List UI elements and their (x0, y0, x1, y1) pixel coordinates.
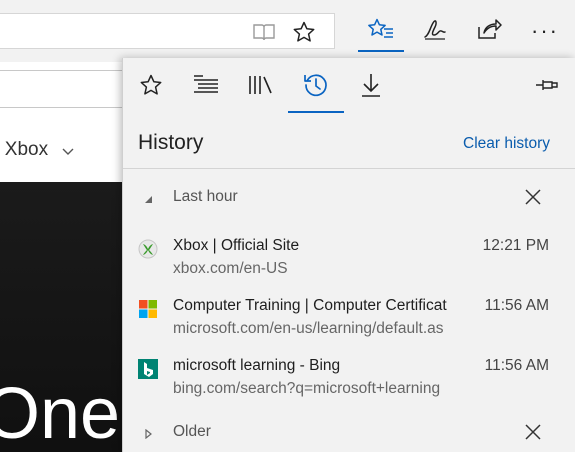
web-page: y Xbox One (0, 62, 130, 452)
list-item[interactable]: microsoft learning - Bing bing.com/searc… (123, 354, 575, 406)
list-item[interactable]: Computer Training | Computer Certificat … (123, 294, 575, 346)
history-title: Computer Training | Computer Certificat (173, 297, 447, 314)
clear-history-link[interactable]: Clear history (463, 135, 550, 153)
xbox-icon (138, 239, 158, 259)
history-title: Xbox | Official Site (173, 237, 300, 254)
favorite-star-icon[interactable] (292, 20, 316, 44)
more-button[interactable]: ··· (522, 10, 568, 52)
star-icon (139, 73, 163, 102)
share-icon (476, 17, 502, 46)
group-older[interactable]: Older (123, 414, 575, 450)
reading-view-icon[interactable] (252, 20, 276, 44)
bing-icon (138, 359, 158, 379)
address-bar[interactable] (0, 13, 335, 49)
divider (123, 168, 575, 169)
hero-text: One (0, 374, 121, 452)
page-search-box[interactable] (0, 70, 130, 108)
share-button[interactable] (466, 10, 512, 52)
close-icon[interactable] (523, 187, 543, 207)
hub-panel: History Clear history Last hour Xbox | O… (122, 58, 575, 452)
tab-favorites[interactable] (123, 62, 179, 112)
tab-downloads[interactable] (343, 62, 399, 112)
group-label: Older (173, 423, 211, 440)
more-icon: ··· (531, 18, 559, 43)
chevron-down-icon (62, 140, 74, 162)
history-time: 11:56 AM (484, 297, 549, 314)
hub-favorites-icon (367, 17, 395, 46)
close-icon[interactable] (523, 422, 543, 442)
pin-panel-button[interactable] (519, 62, 575, 112)
tab-reading-list[interactable] (178, 62, 234, 112)
history-title: microsoft learning - Bing (173, 357, 341, 374)
group-last-hour[interactable]: Last hour (123, 179, 575, 215)
hub-tab-bar (123, 58, 575, 116)
tab-books[interactable] (233, 62, 289, 112)
microsoft-icon (138, 299, 158, 319)
history-icon (302, 71, 330, 104)
group-label: Last hour (173, 188, 238, 205)
books-icon (248, 74, 274, 101)
history-url: xbox.com/en-US (173, 260, 288, 277)
history-url: microsoft.com/en-us/learning/default.as (173, 320, 444, 337)
hub-favorites-button[interactable] (358, 10, 404, 52)
history-time: 11:56 AM (484, 357, 549, 374)
history-url: bing.com/search?q=microsoft+learning (173, 380, 441, 397)
download-icon (360, 72, 382, 103)
tab-history[interactable] (288, 62, 344, 113)
page-nav-item[interactable]: y Xbox (0, 138, 74, 162)
reading-list-icon (193, 74, 219, 101)
page-nav-label: y Xbox (0, 139, 49, 160)
page-title: History (138, 131, 204, 154)
web-note-button[interactable] (412, 10, 458, 52)
hero-banner: One (0, 182, 130, 452)
collapse-triangle-icon (143, 191, 153, 209)
history-time: 12:21 PM (482, 237, 549, 254)
history-header: History Clear history (123, 118, 575, 166)
list-item[interactable]: Xbox | Official Site xbox.com/en-US 12:2… (123, 234, 575, 286)
expand-triangle-icon (143, 426, 153, 444)
pin-icon (535, 78, 559, 97)
browser-toolbar: ··· (0, 0, 575, 62)
web-note-icon (422, 17, 448, 46)
